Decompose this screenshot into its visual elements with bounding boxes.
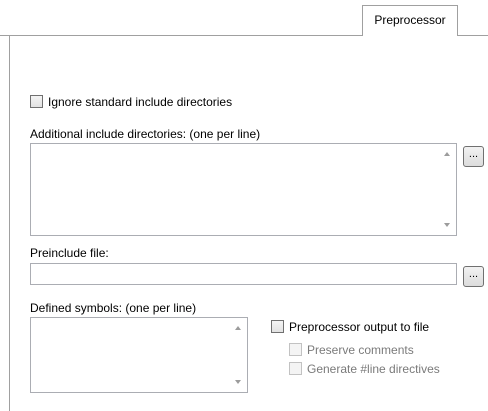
preserve-comments-checkbox[interactable] <box>289 343 302 356</box>
additional-include-label: Additional include directories: (one per… <box>30 127 261 141</box>
preprocessor-output-checkbox[interactable] <box>271 320 284 333</box>
page-border <box>9 35 10 411</box>
scrollbar[interactable] <box>439 144 456 235</box>
scroll-down-icon[interactable] <box>235 380 241 384</box>
ignore-standard-label: Ignore standard include directories <box>48 95 233 109</box>
preserve-comments-label: Preserve comments <box>307 343 414 357</box>
generate-line-checkbox[interactable] <box>289 362 302 375</box>
scroll-down-icon[interactable] <box>444 223 450 227</box>
scroll-up-icon[interactable] <box>444 152 450 156</box>
scrollbar[interactable] <box>230 318 247 392</box>
tab-label: Preprocessor <box>374 13 446 27</box>
preprocessor-output-label: Preprocessor output to file <box>289 320 430 334</box>
tab-strip-line <box>458 35 488 36</box>
defined-symbols-textarea[interactable] <box>30 317 248 393</box>
scroll-up-icon[interactable] <box>235 326 241 330</box>
generate-line-label: Generate #line directives <box>307 362 440 376</box>
additional-include-textarea[interactable] <box>30 143 457 236</box>
preinclude-input[interactable] <box>30 263 457 285</box>
preinclude-browse-button[interactable]: ... <box>463 266 484 287</box>
tab-preprocessor[interactable]: Preprocessor <box>362 5 458 36</box>
additional-include-browse-button[interactable]: ... <box>463 146 484 167</box>
defined-symbols-label: Defined symbols: (one per line) <box>30 301 197 315</box>
ignore-standard-checkbox[interactable] <box>30 95 43 108</box>
tab-strip-line <box>0 35 362 36</box>
preinclude-label: Preinclude file: <box>30 246 109 260</box>
